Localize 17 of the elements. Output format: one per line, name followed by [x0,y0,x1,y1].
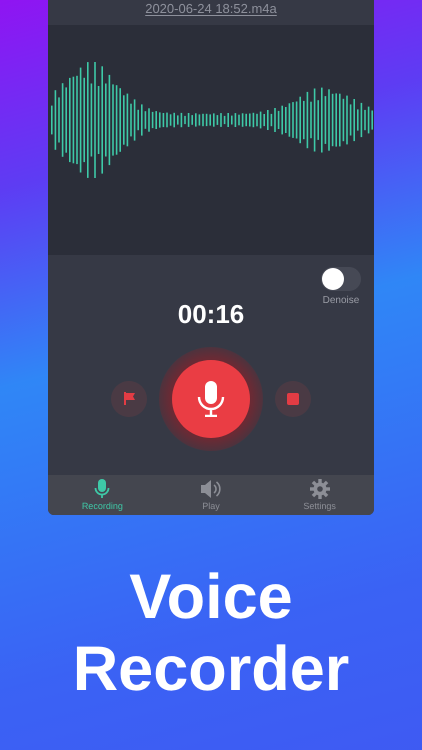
tab-item[interactable]: Play [156,475,266,515]
microphone-icon [94,479,110,499]
denoise-label: Denoise [322,295,360,306]
flag-icon [123,392,135,405]
flag-button[interactable] [111,380,147,416]
headline: Recorder [72,633,350,705]
denoise-toggle[interactable] [321,267,361,291]
microphone-icon [197,380,225,416]
headline: Voice [129,561,293,633]
stop-icon [287,392,299,404]
tab-item[interactable]: Settings [265,475,374,515]
speaker-icon [200,479,222,499]
timer: 00:16 [178,299,244,330]
settings-icon [310,479,330,499]
tab-item[interactable]: Recording [48,475,157,515]
stop-button[interactable] [275,380,311,416]
file-name: 2020-06-24 18:52.m4a [145,1,277,16]
